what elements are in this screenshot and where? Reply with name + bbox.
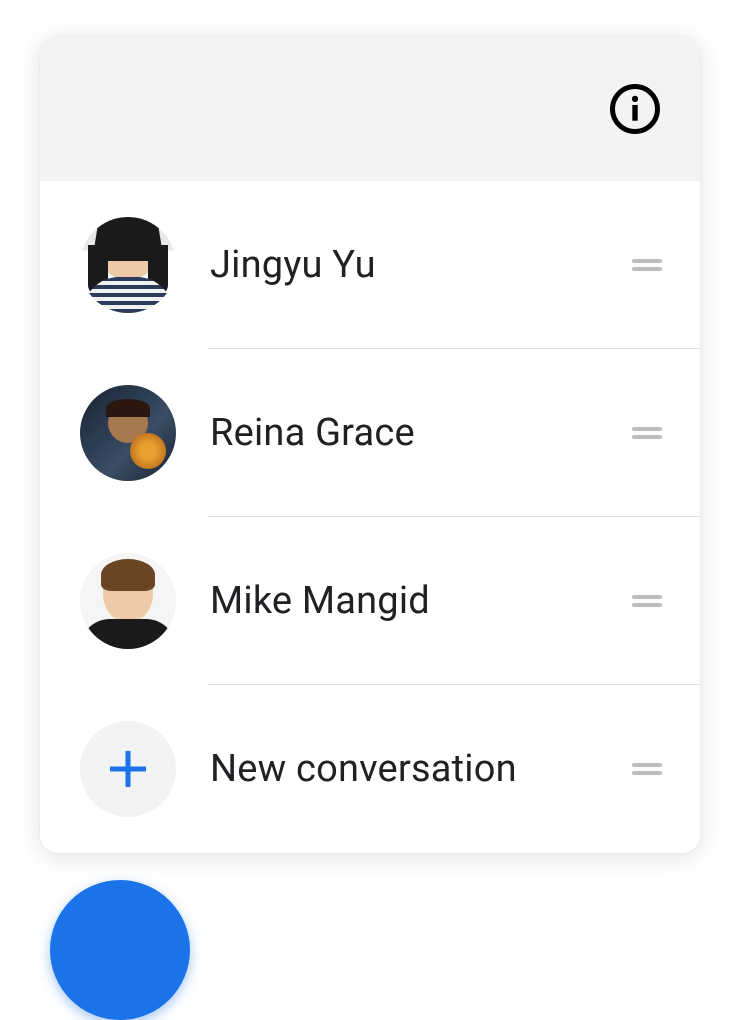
conversation-item[interactable]: Mike Mangid xyxy=(40,517,700,685)
conversation-item[interactable]: Jingyu Yu xyxy=(40,181,700,349)
info-icon xyxy=(608,82,662,136)
plus-icon xyxy=(104,745,152,793)
drag-handle-icon[interactable] xyxy=(632,417,662,449)
add-circle xyxy=(80,721,176,817)
panel-header xyxy=(40,36,700,181)
panel-tail xyxy=(128,852,160,853)
conversation-name: Mike Mangid xyxy=(210,579,632,623)
drag-handle-icon[interactable] xyxy=(632,585,662,617)
conversation-item[interactable]: Reina Grace xyxy=(40,349,700,517)
conversation-list: Jingyu Yu Reina Grace Mike Mangid xyxy=(40,181,700,853)
fab-button[interactable] xyxy=(50,880,190,1020)
new-conversation-button[interactable]: New conversation xyxy=(40,685,700,853)
avatar xyxy=(80,553,176,649)
conversation-panel: Jingyu Yu Reina Grace Mike Mangid xyxy=(40,36,700,853)
info-button[interactable] xyxy=(608,82,662,136)
avatar xyxy=(80,217,176,313)
conversation-name: Jingyu Yu xyxy=(210,243,632,287)
conversation-name: Reina Grace xyxy=(210,411,632,455)
drag-handle-icon[interactable] xyxy=(632,753,662,785)
new-conversation-label: New conversation xyxy=(210,747,632,791)
drag-handle-icon[interactable] xyxy=(632,249,662,281)
avatar xyxy=(80,385,176,481)
